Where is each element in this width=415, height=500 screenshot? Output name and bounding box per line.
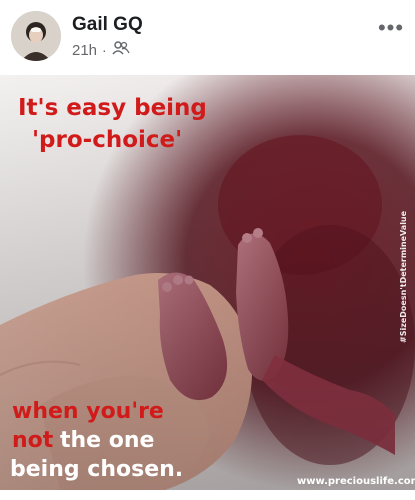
- post-header: Gail GQ 21h · •••: [0, 0, 415, 72]
- post-footer-strip: [0, 490, 415, 500]
- post-image[interactable]: It's easy being 'pro-choice' when you're…: [0, 75, 415, 490]
- bottom-line-3: being chosen.: [10, 457, 183, 482]
- post-time[interactable]: 21h: [72, 42, 97, 59]
- author-name[interactable]: Gail GQ: [72, 14, 143, 36]
- bottom-line-1: when you're: [12, 399, 164, 424]
- bottom-line-2-word1: not: [12, 428, 54, 453]
- headline-line-1: It's easy being: [18, 95, 207, 121]
- vertical-hashtag: #SizeDoesn'tDetermineValue: [399, 210, 408, 343]
- post-image-art: It's easy being 'pro-choice' when you're…: [0, 75, 415, 490]
- watermark-url: www.preciouslife.com: [297, 476, 415, 487]
- bottom-line-2-rest: the one: [60, 428, 154, 453]
- avatar[interactable]: [11, 11, 61, 61]
- friends-icon[interactable]: [112, 41, 130, 59]
- more-options-icon[interactable]: •••: [377, 15, 405, 40]
- meta-separator: ·: [102, 42, 107, 58]
- post-meta: 21h ·: [72, 41, 130, 59]
- headline-line-2: 'pro-choice': [32, 127, 182, 153]
